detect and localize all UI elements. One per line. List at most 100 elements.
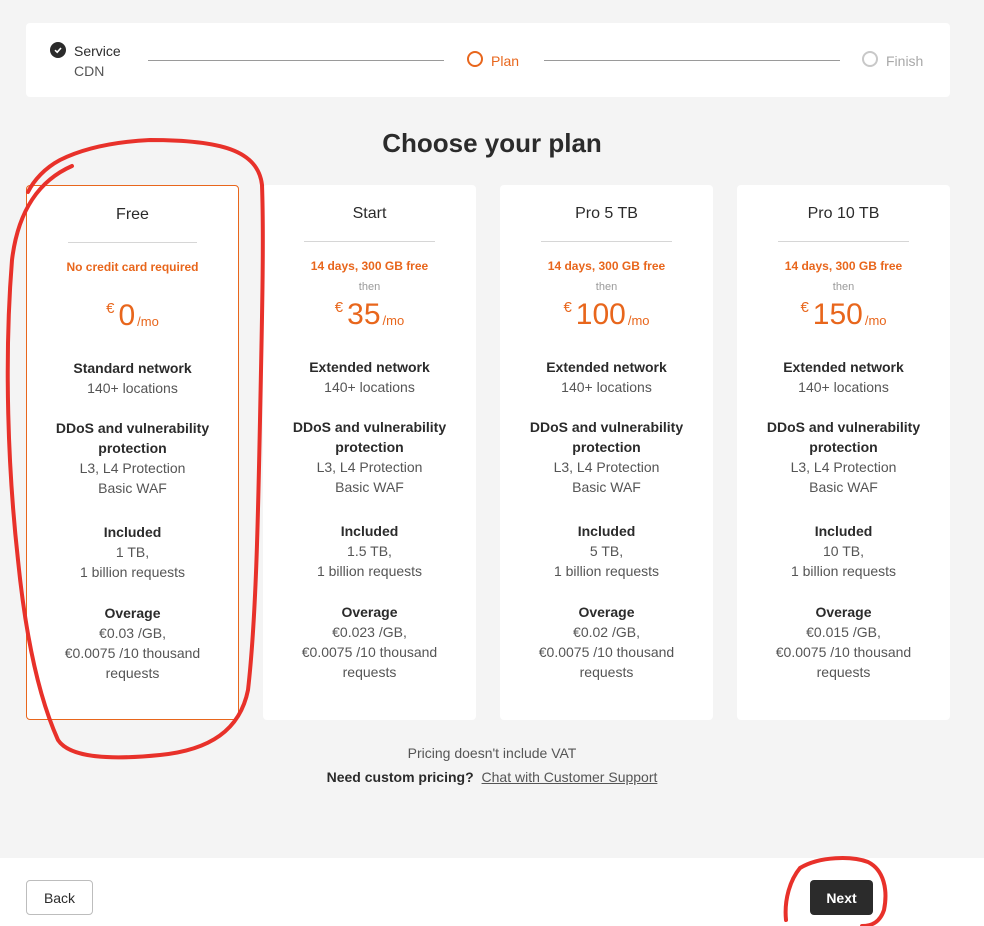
feature-title: DDoS and vulnerability protection [292, 419, 447, 455]
plan-name: Pro 10 TB [807, 205, 880, 222]
feature-detail: 1.5 TB, [347, 543, 392, 559]
next-button[interactable]: Next [810, 880, 873, 915]
plan-card-free[interactable]: Free No credit card required € 0 /mo Sta… [26, 185, 239, 720]
feature-title: Included [103, 524, 162, 540]
feature-detail: €0.023 /GB, [332, 624, 407, 640]
feature-ddos: DDoS and vulnerability protection L3, L4… [275, 417, 464, 497]
step-plan-label: Plan [491, 53, 520, 69]
price-value: 0 [118, 299, 136, 332]
feature-detail: 140+ locations [798, 379, 889, 395]
feature-title: Extended network [546, 359, 667, 375]
price-value: 150 [812, 298, 863, 331]
feature-detail: L3, L4 Protection [316, 459, 423, 475]
feature-detail: L3, L4 Protection [790, 459, 897, 475]
feature-ddos: DDoS and vulnerability protection L3, L4… [749, 417, 938, 497]
feature-detail: 10 TB, [823, 543, 864, 559]
plan-note: 14 days, 300 GB free [784, 259, 903, 273]
feature-title: Overage [104, 605, 161, 621]
plan-note: No credit card required [66, 260, 199, 274]
price-value: 35 [347, 298, 381, 331]
feature-detail: €0.0075 /10 thousand requests [538, 644, 675, 680]
price-currency: € [106, 300, 115, 317]
plan-name: Pro 5 TB [575, 205, 638, 222]
feature-included: Included 5 TB, 1 billion requests [512, 521, 701, 581]
active-step-icon [467, 51, 483, 67]
plan-price: € 150 /mo [737, 297, 950, 333]
feature-network: Standard network 140+ locations [39, 358, 226, 398]
custom-pricing: Need custom pricing? Chat with Customer … [0, 769, 984, 785]
feature-detail: €0.0075 /10 thousand requests [64, 645, 201, 681]
plan-name: Start [352, 205, 387, 222]
plan-note: 14 days, 300 GB free [310, 259, 429, 273]
feature-detail: €0.0075 /10 thousand requests [301, 644, 438, 680]
feature-detail: 140+ locations [561, 379, 652, 395]
plan-card-start[interactable]: Start 14 days, 300 GB free then € 35 /mo… [263, 185, 476, 720]
step-finish: Finish [862, 51, 923, 71]
price-value: 100 [575, 298, 626, 331]
feature-title: Overage [578, 604, 635, 620]
price-currency: € [334, 299, 344, 316]
feature-detail: L3, L4 Protection [553, 459, 660, 475]
feature-network: Extended network 140+ locations [275, 357, 464, 397]
feature-network: Extended network 140+ locations [749, 357, 938, 397]
plan-card-pro-10tb[interactable]: Pro 10 TB 14 days, 300 GB free then € 15… [737, 185, 950, 720]
plan-card-pro-5tb[interactable]: Pro 5 TB 14 days, 300 GB free then € 100… [500, 185, 713, 720]
feature-title: Extended network [309, 359, 430, 375]
feature-detail: L3, L4 Protection [79, 460, 186, 476]
feature-detail: 5 TB, [589, 543, 624, 559]
feature-detail: 1 billion requests [316, 563, 423, 579]
step-connector [544, 60, 840, 61]
plan-price: € 0 /mo [27, 298, 238, 334]
plan-price: € 35 /mo [263, 297, 476, 333]
step-finish-label: Finish [886, 53, 924, 69]
divider [68, 242, 197, 243]
plan-then: then [358, 281, 381, 293]
feature-included: Included 1 TB, 1 billion requests [39, 522, 226, 582]
feature-detail: €0.02 /GB, [573, 624, 640, 640]
pending-step-icon [862, 51, 878, 67]
chat-support-link[interactable]: Chat with Customer Support [482, 769, 658, 785]
feature-detail: 140+ locations [87, 380, 178, 396]
step-plan[interactable]: Plan [467, 51, 519, 71]
feature-ddos: DDoS and vulnerability protection L3, L4… [512, 417, 701, 497]
page-title: Choose your plan [382, 128, 602, 158]
feature-detail: 1 billion requests [790, 563, 897, 579]
feature-title: Overage [815, 604, 872, 620]
plan-name: Free [116, 206, 149, 223]
plan-price: € 100 /mo [500, 297, 713, 333]
feature-included: Included 10 TB, 1 billion requests [749, 521, 938, 581]
price-currency: € [800, 299, 809, 316]
plan-then: then [595, 281, 618, 293]
feature-title: DDoS and vulnerability protection [55, 420, 210, 456]
feature-title: Included [340, 523, 399, 539]
feature-included: Included 1.5 TB, 1 billion requests [275, 521, 464, 581]
feature-detail: Basic WAF [809, 479, 878, 495]
feature-detail: Basic WAF [335, 479, 404, 495]
feature-overage: Overage €0.02 /GB, €0.0075 /10 thousand … [512, 602, 701, 682]
progress-stepper: Service CDN Plan Finish [26, 23, 950, 97]
action-bar: Back Next [0, 858, 984, 926]
feature-ddos: DDoS and vulnerability protection L3, L4… [39, 418, 226, 498]
plan-note: 14 days, 300 GB free [547, 259, 666, 273]
price-period: /mo [627, 313, 650, 328]
price-period: /mo [864, 313, 887, 328]
feature-title: DDoS and vulnerability protection [529, 419, 684, 455]
feature-detail: €0.03 /GB, [99, 625, 166, 641]
feature-title: Overage [341, 604, 398, 620]
feature-title: Standard network [73, 360, 192, 376]
feature-detail: €0.015 /GB, [806, 624, 881, 640]
step-connector [148, 60, 444, 61]
feature-overage: Overage €0.023 /GB, €0.0075 /10 thousand… [275, 602, 464, 682]
feature-detail: 1 TB, [115, 544, 150, 560]
vat-note: Pricing doesn't include VAT [407, 745, 577, 761]
back-button[interactable]: Back [26, 880, 93, 915]
checkmark-icon [50, 42, 66, 58]
step-service[interactable]: Service CDN [50, 41, 121, 81]
feature-title: Extended network [783, 359, 904, 375]
divider [541, 241, 672, 242]
feature-detail: 140+ locations [324, 379, 415, 395]
feature-overage: Overage €0.03 /GB, €0.0075 /10 thousand … [39, 603, 226, 683]
feature-title: Included [577, 523, 636, 539]
feature-detail: 1 billion requests [553, 563, 660, 579]
feature-detail: Basic WAF [572, 479, 641, 495]
